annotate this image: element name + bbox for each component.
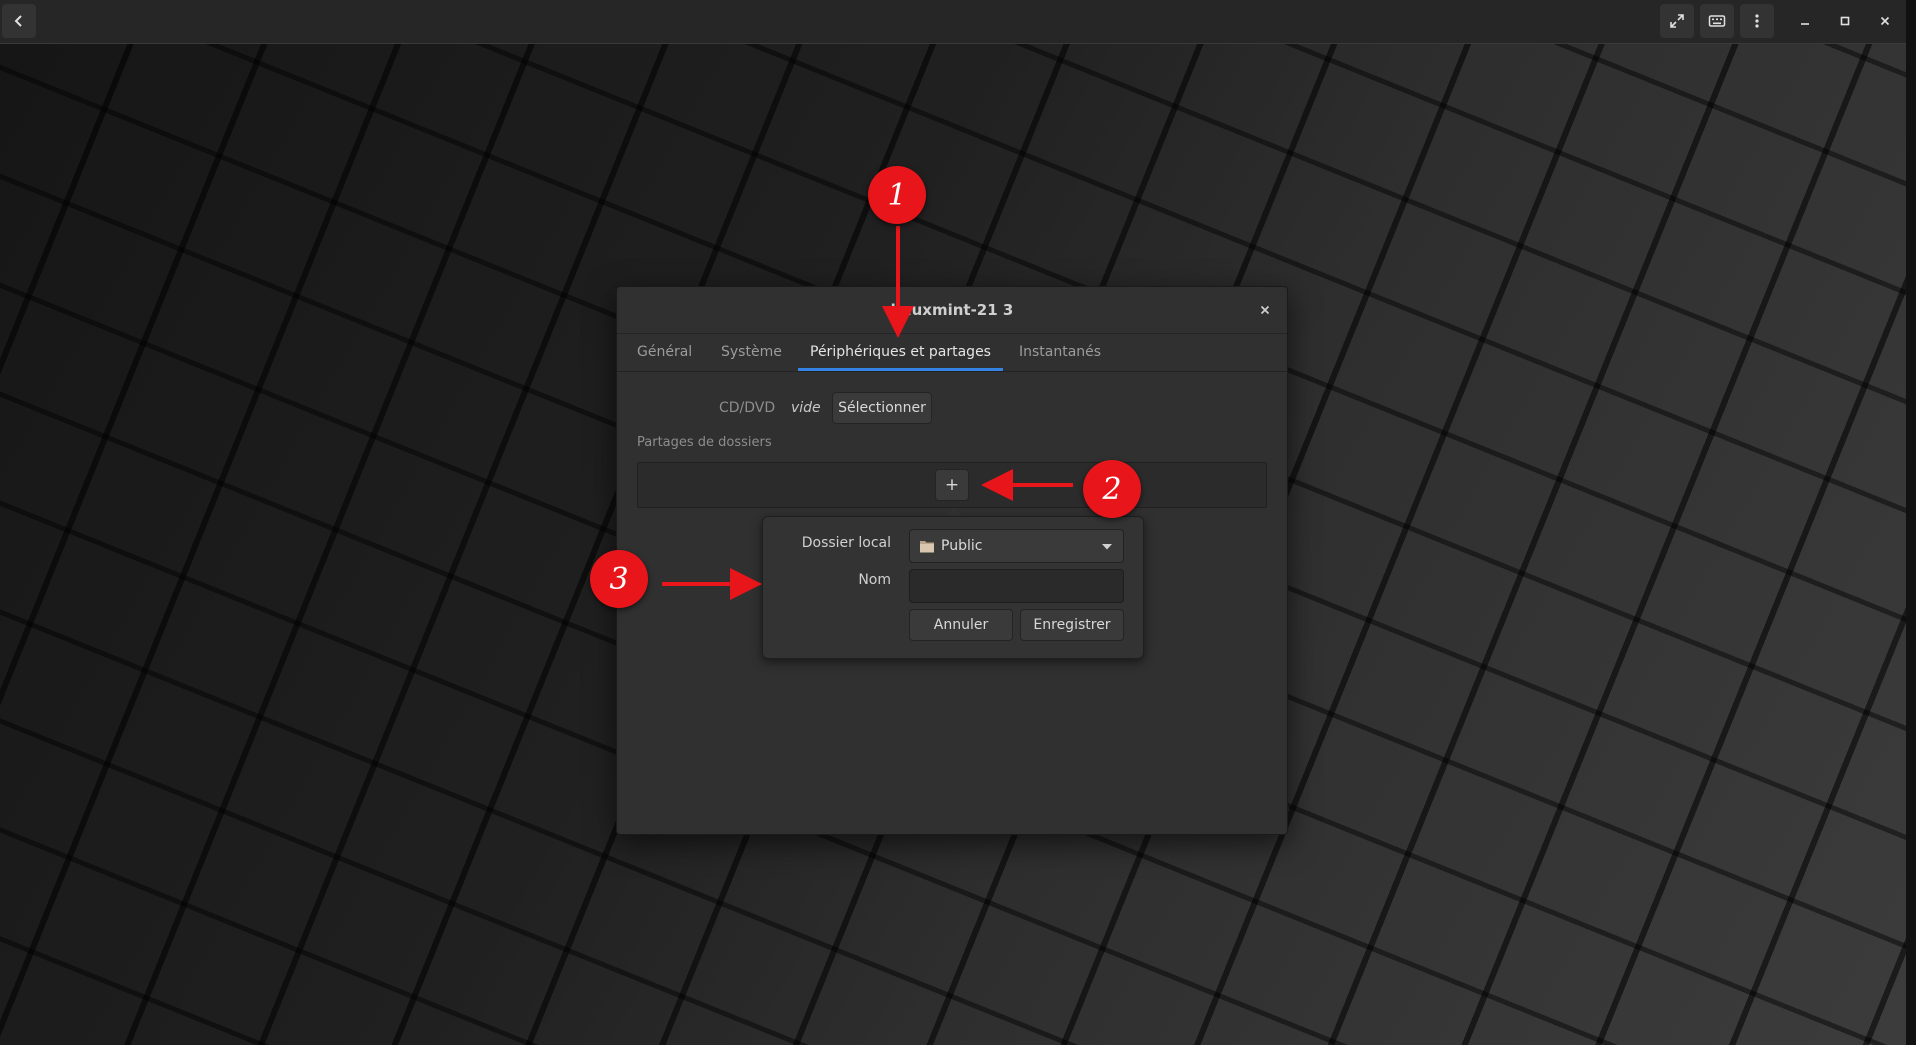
fullscreen-button[interactable]: [1660, 4, 1694, 38]
callout-2: 2: [1083, 460, 1141, 518]
tab-system[interactable]: Système: [709, 333, 794, 371]
cd-dvd-value: vide: [791, 400, 821, 416]
dialog-header: linuxmint-21 3: [617, 287, 1287, 334]
close-icon: [1880, 16, 1890, 26]
callout-3: 3: [590, 550, 648, 608]
close-window-button[interactable]: [1872, 8, 1898, 34]
dialog-title: linuxmint-21 3: [890, 301, 1014, 319]
local-folder-label: Dossier local: [801, 535, 891, 551]
save-button[interactable]: Enregistrer: [1020, 609, 1124, 641]
maximize-icon: [1840, 16, 1850, 26]
add-share-popover: Dossier local Public Nom Annuler Enregis…: [762, 516, 1144, 659]
tab-bar: Général Système Périphériques et partage…: [617, 333, 1287, 372]
cd-dvd-label: CD/DVD: [719, 400, 776, 416]
back-button[interactable]: [2, 4, 36, 38]
expand-icon: [1670, 14, 1684, 28]
chevron-left-icon: [14, 15, 22, 27]
more-vertical-icon: [1755, 14, 1759, 28]
keyboard-icon: [1708, 15, 1726, 27]
tab-snapshots[interactable]: Instantanés: [1007, 333, 1113, 371]
select-cd-button[interactable]: Sélectionner: [832, 392, 932, 424]
folder-shares-heading: Partages de dossiers: [637, 435, 772, 450]
tab-devices-shares[interactable]: Périphériques et partages: [798, 333, 1003, 371]
name-label: Nom: [858, 572, 891, 588]
close-icon: [1260, 305, 1270, 315]
keyboard-button[interactable]: [1700, 4, 1734, 38]
maximize-button[interactable]: [1832, 8, 1858, 34]
share-name-input[interactable]: [909, 569, 1124, 603]
menu-button[interactable]: [1740, 4, 1774, 38]
viewer-toolbar: [0, 0, 1906, 44]
minimize-icon: [1801, 23, 1809, 25]
chevron-down-icon: [1102, 544, 1112, 550]
minimize-button[interactable]: [1792, 8, 1818, 34]
folder-icon: [920, 541, 934, 553]
local-folder-combo[interactable]: Public: [909, 529, 1124, 563]
dialog-close-button[interactable]: [1253, 298, 1277, 322]
local-folder-value: Public: [941, 538, 983, 554]
screen-edge: [1906, 0, 1916, 1045]
cancel-button[interactable]: Annuler: [909, 609, 1013, 641]
add-share-button[interactable]: +: [935, 469, 969, 501]
tab-general[interactable]: Général: [625, 333, 704, 371]
callout-1: 1: [868, 166, 926, 224]
